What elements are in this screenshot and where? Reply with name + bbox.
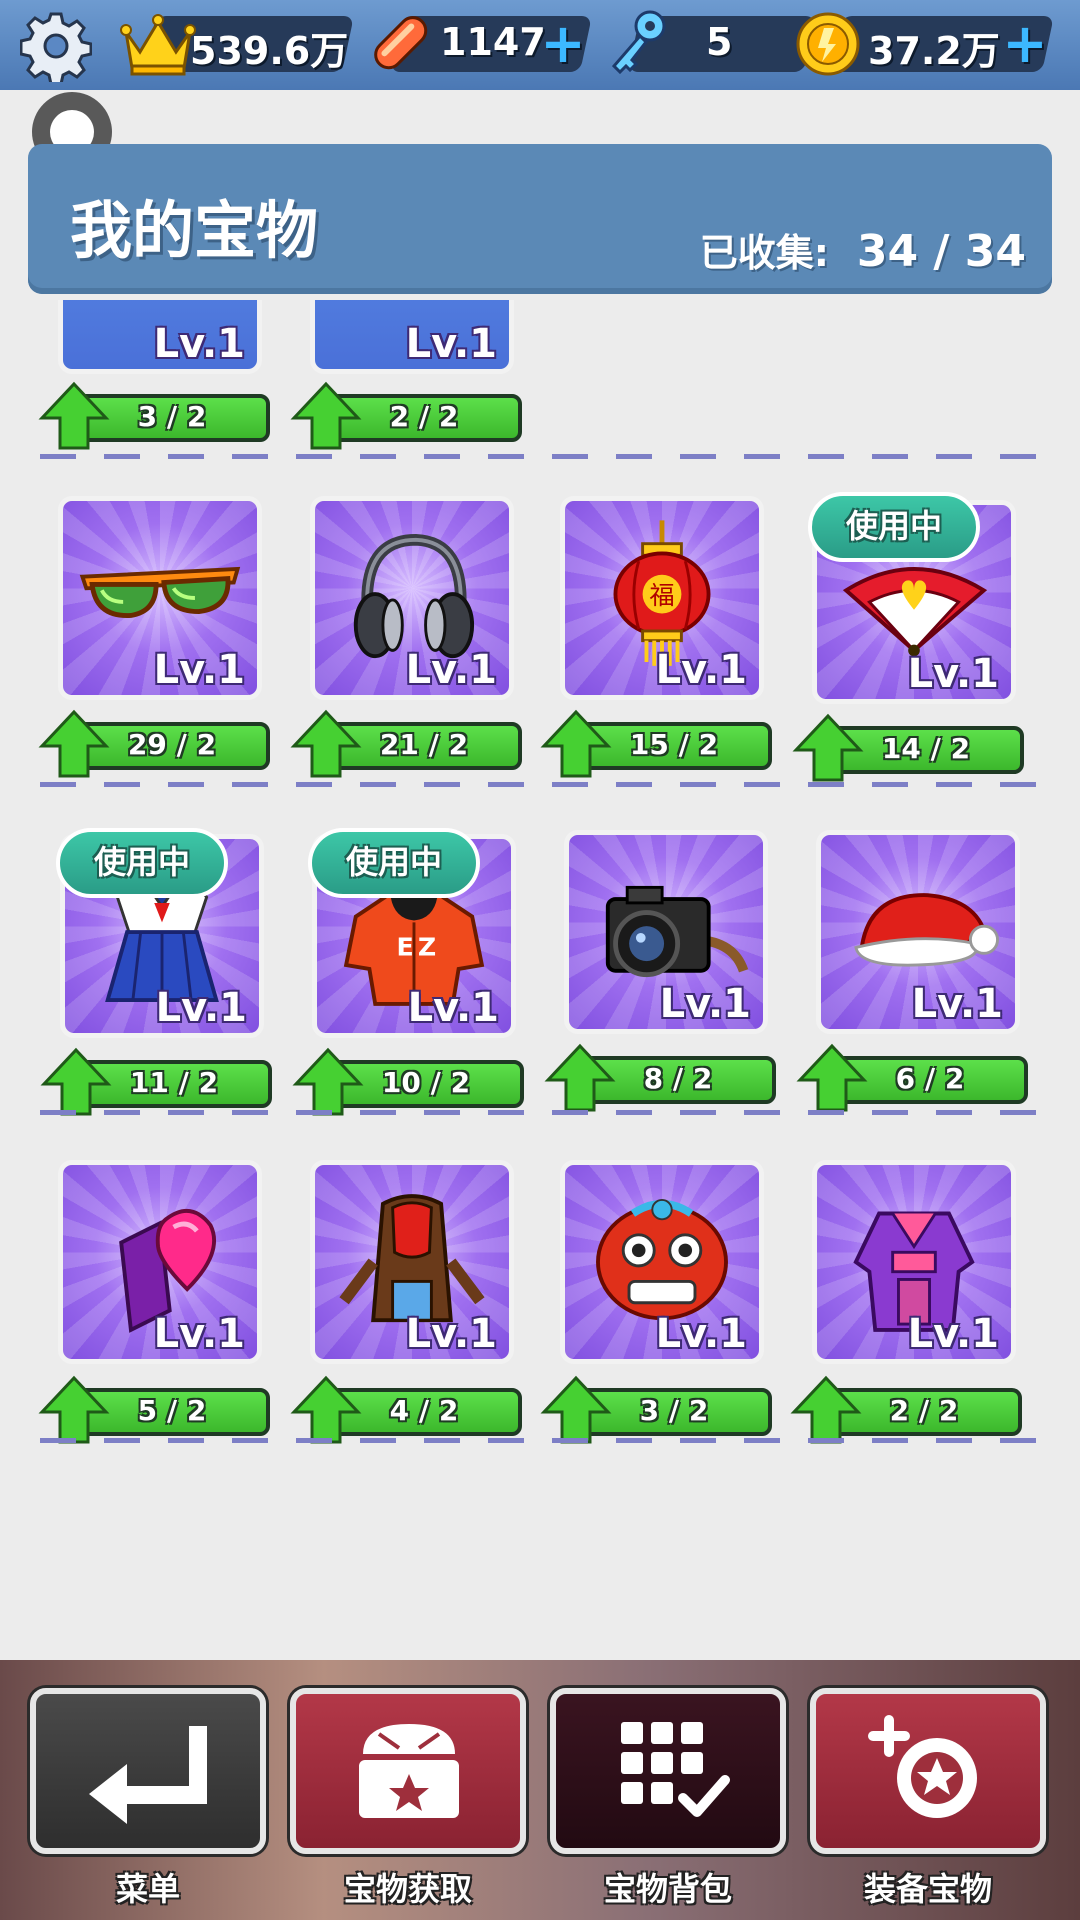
progress-text: 5 / 2 bbox=[137, 1394, 207, 1427]
upgrade-progress[interactable]: 3 / 2 bbox=[38, 381, 270, 450]
level-label: Lv.1 bbox=[153, 321, 245, 367]
key-value: 5 bbox=[706, 20, 733, 64]
upgrade-progress[interactable]: 14 / 2 bbox=[792, 713, 1024, 782]
upgrade-progress[interactable]: 5 / 2 bbox=[38, 1375, 270, 1444]
svg-text:E: E bbox=[397, 932, 414, 961]
treasure-card-sunglasses[interactable]: Lv.1 bbox=[58, 496, 262, 700]
row-divider bbox=[40, 1438, 1040, 1443]
upgrade-progress[interactable]: 6 / 2 bbox=[796, 1043, 1028, 1112]
collected-label: 已收集: bbox=[699, 231, 829, 275]
treasure-card-headphones[interactable]: Lv.1 bbox=[310, 496, 514, 700]
level-label: Lv.1 bbox=[907, 651, 999, 697]
level-label: Lv.1 bbox=[405, 321, 497, 367]
add-coins-button[interactable]: + bbox=[1000, 14, 1050, 74]
progress-text: 21 / 2 bbox=[379, 728, 469, 761]
progress-text: 10 / 2 bbox=[381, 1066, 471, 1099]
upgrade-progress[interactable]: 10 / 2 bbox=[292, 1047, 524, 1116]
level-label: Lv.1 bbox=[907, 1311, 999, 1357]
obtain-treasure-label: 宝物获取 bbox=[343, 1870, 472, 1908]
upgrade-progress[interactable]: 2 / 2 bbox=[290, 381, 522, 450]
progress-text: 29 / 2 bbox=[127, 728, 217, 761]
collected-counter: 已收集: 34 / 34 bbox=[700, 222, 1026, 277]
equip-treasure-label: 装备宝物 bbox=[863, 1870, 992, 1908]
treasure-card-purple-costume[interactable]: Lv.1 bbox=[812, 1160, 1016, 1364]
page-title: 我的宝物 bbox=[70, 194, 319, 267]
upgrade-progress[interactable]: 15 / 2 bbox=[540, 709, 772, 778]
return-arrow-icon bbox=[89, 1726, 207, 1824]
level-label: Lv.1 bbox=[405, 647, 497, 693]
in-use-badge: 使用中 bbox=[808, 492, 980, 562]
upgrade-progress[interactable]: 4 / 2 bbox=[290, 1375, 522, 1444]
upgrade-progress[interactable]: 11 / 2 bbox=[40, 1047, 272, 1116]
treasure-card-lion-mask[interactable]: Lv.1 bbox=[560, 1160, 764, 1364]
progress-text: 3 / 2 bbox=[639, 1394, 709, 1427]
key-icon bbox=[611, 10, 666, 75]
upgrade-progress[interactable]: 29 / 2 bbox=[38, 709, 270, 778]
progress-text: 14 / 2 bbox=[881, 732, 971, 765]
row-divider bbox=[40, 1110, 1040, 1115]
hoverboard-icon bbox=[374, 16, 428, 70]
treasure-backpack-button[interactable] bbox=[550, 1688, 786, 1854]
treasure-card-santa-hat[interactable]: Lv.1 bbox=[816, 830, 1020, 1034]
coin-value: 37.2万 bbox=[868, 29, 1000, 73]
menu-button[interactable] bbox=[30, 1688, 266, 1854]
treasure-chest-icon bbox=[359, 1724, 459, 1818]
level-label: Lv.1 bbox=[659, 981, 751, 1027]
treasure-card-camera[interactable]: Lv.1 bbox=[564, 830, 768, 1034]
progress-text: 6 / 2 bbox=[895, 1062, 965, 1095]
progress-text: 4 / 2 bbox=[389, 1394, 459, 1427]
in-use-badge: 使用中 bbox=[308, 828, 480, 898]
top-resource-bar: 539.6万 1147 + 5 37.2万 + bbox=[0, 0, 1080, 90]
treasure-backpack-label: 宝物背包 bbox=[603, 1870, 732, 1908]
row-divider bbox=[40, 454, 1040, 459]
obtain-treasure-button[interactable] bbox=[290, 1688, 526, 1854]
menu-label: 菜单 bbox=[115, 1870, 180, 1908]
treasure-card-lantern[interactable]: 福 Lv.1 bbox=[560, 496, 764, 700]
board-value: 1147 bbox=[440, 20, 546, 64]
treasure-card[interactable]: Lv.1 bbox=[58, 300, 262, 374]
crown-value: 539.6万 bbox=[190, 29, 349, 73]
level-label: Lv.1 bbox=[911, 981, 1003, 1027]
level-label: Lv.1 bbox=[153, 1311, 245, 1357]
coin-icon bbox=[796, 12, 860, 76]
equip-treasure-button[interactable] bbox=[810, 1688, 1046, 1854]
upgrade-progress[interactable]: 3 / 2 bbox=[540, 1375, 772, 1444]
equip-badge-icon bbox=[868, 1715, 977, 1818]
progress-text: 15 / 2 bbox=[629, 728, 719, 761]
upgrade-progress[interactable]: 2 / 2 bbox=[790, 1375, 1022, 1444]
level-label: Lv.1 bbox=[155, 985, 247, 1031]
level-label: Lv.1 bbox=[655, 1311, 747, 1357]
collected-count: 34 / 34 bbox=[856, 226, 1026, 277]
treasure-card-heart-ring[interactable]: Lv.1 bbox=[58, 1160, 262, 1364]
progress-text: 11 / 2 bbox=[129, 1066, 219, 1099]
upgrade-progress[interactable]: 21 / 2 bbox=[290, 709, 522, 778]
gear-icon[interactable] bbox=[20, 10, 92, 82]
crown-icon bbox=[120, 14, 196, 76]
treasure-grid: Lv.1 Lv.1 3 / 2 2 / 2 Lv.1 Lv.1 福 Lv.1 L… bbox=[0, 300, 1080, 1660]
level-label: Lv.1 bbox=[405, 1311, 497, 1357]
treasure-header: 我的宝物 已收集: 34 / 34 bbox=[28, 144, 1052, 294]
progress-text: 2 / 2 bbox=[889, 1394, 959, 1427]
grid-check-icon bbox=[621, 1722, 730, 1817]
progress-text: 3 / 2 bbox=[137, 400, 207, 433]
bottom-nav: 菜单 宝物获取 宝物背包 装备宝物 bbox=[0, 1660, 1080, 1920]
progress-text: 2 / 2 bbox=[389, 400, 459, 433]
svg-text:Z: Z bbox=[418, 932, 436, 961]
progress-text: 8 / 2 bbox=[643, 1062, 713, 1095]
treasure-card[interactable]: Lv.1 bbox=[310, 300, 514, 374]
upgrade-progress[interactable]: 8 / 2 bbox=[544, 1043, 776, 1112]
level-label: Lv.1 bbox=[655, 647, 747, 693]
svg-text:福: 福 bbox=[649, 581, 674, 610]
in-use-badge: 使用中 bbox=[56, 828, 228, 898]
row-divider bbox=[40, 782, 1040, 787]
level-label: Lv.1 bbox=[407, 985, 499, 1031]
level-label: Lv.1 bbox=[153, 647, 245, 693]
treasure-card-hooded-vest[interactable]: Lv.1 bbox=[310, 1160, 514, 1364]
add-boards-button[interactable]: + bbox=[538, 14, 588, 74]
